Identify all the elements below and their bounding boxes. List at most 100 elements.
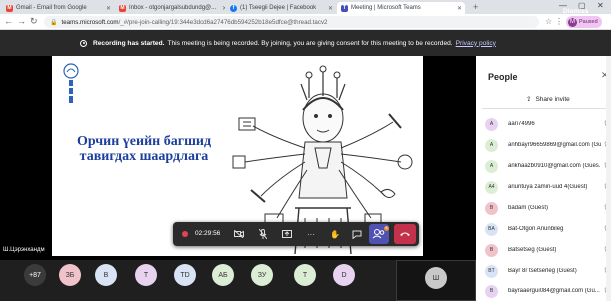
avatar: Ш (425, 267, 447, 289)
privacy-policy-link[interactable]: Privacy policy (456, 40, 496, 47)
participant-name: bayraaergui084@gmail.com (Gu... (508, 288, 600, 294)
close-icon[interactable]: ✕ (103, 5, 111, 12)
participant-name: anhbayr96659869@gmail.com (Gu... (508, 142, 601, 148)
record-icon (80, 39, 87, 47)
avatar[interactable]: TD (174, 264, 196, 286)
participant-name: ankhaazb0910@gmail.com (Gues... (508, 163, 601, 169)
banner-text: This meeting is being recorded. By joini… (167, 39, 453, 47)
browser-tab-bar: M Gmail - Email from Google ✕ M Inbox - … (0, 0, 611, 14)
self-video-tile: Ш (396, 260, 476, 301)
lock-icon: 🔒 (50, 19, 58, 26)
chat-icon[interactable] (351, 228, 363, 240)
recording-banner: Recording has started. This meeting is b… (0, 30, 611, 56)
share-invite-label: Share invite (535, 95, 570, 103)
avatar: B (485, 201, 498, 215)
panel-title: People (488, 72, 518, 82)
teams-icon: T (341, 4, 348, 12)
leave-call-button[interactable] (394, 224, 416, 244)
call-timer: 02:29:56 (195, 230, 221, 237)
participant-name: ariuntuya zamin-uud 4(Guest) (508, 184, 588, 190)
recording-indicator-icon (182, 231, 188, 237)
url-path: /_#/pre-join-calling/19:344e3dcd6a27476d… (118, 18, 328, 26)
avatar: A (485, 117, 498, 131)
more-actions-icon[interactable]: ··· (305, 228, 317, 240)
participant-count-badge: 8 (384, 226, 389, 231)
avatar[interactable]: АБ (212, 264, 234, 286)
participant-strip: +87 ЗБ В Т TD АБ ЗУ Т D Ш (0, 260, 476, 301)
avatar: BA (485, 222, 498, 236)
address-bar: ← → ↻ 🔒 teams.microsoft.com/_#/pre-join-… (0, 14, 611, 30)
avatar: B (485, 284, 498, 298)
list-item[interactable]: A ankhaazb0910@gmail.com (Gues... 🎙 (482, 156, 611, 176)
list-item[interactable]: B Batsetseg (Guest) 🎙 (482, 240, 611, 260)
list-item[interactable]: B bayraaergui084@gmail.com (Gu... 🎙 (482, 281, 611, 301)
extensions-icon[interactable]: ⋮ (555, 17, 563, 26)
tab-label: Gmail - Email from Google (16, 5, 87, 11)
reload-icon[interactable]: ↻ (30, 16, 38, 27)
scrollbar[interactable] (606, 56, 611, 301)
list-item[interactable]: BA Bat-Otgon Ariunbileg 🎙 (482, 219, 611, 239)
list-item[interactable]: BT Bayr 8r tsetserleg (Guest) 🎙 (482, 261, 611, 281)
avatar: A4 (485, 180, 498, 194)
star-icon[interactable]: ☆ (545, 17, 552, 26)
more-participants-button[interactable]: +87 (24, 264, 46, 286)
avatar: BT (485, 264, 498, 278)
raise-hand-icon[interactable]: ✋ (329, 228, 341, 240)
url-field[interactable]: 🔒 teams.microsoft.com/_#/pre-join-callin… (44, 16, 539, 28)
participant-name: aari74996 (508, 121, 535, 127)
avatar[interactable]: ЗБ (59, 264, 81, 286)
participant-name: Batsetseg (Guest) (508, 247, 557, 253)
camera-off-icon[interactable] (233, 228, 245, 240)
participant-name: badam (Guest) (508, 205, 549, 211)
avatar: B (485, 243, 498, 257)
window-close-icon[interactable]: ✕ (597, 1, 604, 10)
banner-bold: Recording has started. (93, 39, 165, 47)
tab-gmail[interactable]: M Gmail - Email from Google ✕ (2, 2, 114, 14)
participant-name: Bat-Otgon Ariunbileg (508, 226, 564, 232)
url-host: teams.microsoft.com (61, 18, 119, 26)
close-icon[interactable]: ✕ (454, 5, 462, 12)
avatar[interactable]: ЗУ (251, 264, 273, 286)
participant-name: Bayr 8r tsetserleg (Guest) (508, 268, 577, 274)
forward-icon[interactable]: → (17, 16, 26, 26)
avatar[interactable]: D (333, 264, 355, 286)
tab-teams[interactable]: T Meeting | Microsoft Teams ✕ (337, 2, 465, 14)
share-screen-icon[interactable] (281, 228, 293, 240)
avatar[interactable]: Т (294, 264, 316, 286)
close-icon[interactable]: ✕ (325, 5, 333, 12)
avatar: A (485, 159, 498, 173)
slide-title-line-1: Орчин үеийн багшид (76, 134, 212, 149)
slide-title: Орчин үеийн багшид тавигдах шаардлага (65, 134, 223, 164)
facebook-icon: f (230, 4, 237, 12)
tab-inbox[interactable]: M Inbox - otgonjargalsubdundg@... ✕ (115, 2, 225, 14)
share-icon: ⇪ (526, 96, 532, 103)
list-item[interactable]: A aari74996 🎙 (482, 114, 611, 134)
gmail-icon: M (6, 4, 13, 12)
mic-off-icon[interactable] (257, 228, 269, 240)
tab-label: Meeting | Microsoft Teams (351, 5, 421, 11)
profile-chip[interactable]: M Paused (566, 16, 602, 28)
avatar: A (485, 138, 498, 152)
gmail-icon: M (119, 4, 126, 12)
share-invite-button[interactable]: ⇪ Share invite (526, 95, 570, 104)
tab-label: Inbox - otgonjargalsubdundg@... (129, 5, 217, 11)
presenter-caption: Ш.Цэрэнхандм (3, 247, 45, 253)
avatar[interactable]: В (95, 264, 117, 286)
back-icon[interactable]: ← (4, 16, 13, 26)
list-item[interactable]: A4 ariuntuya zamin-uud 4(Guest) 🎙 (482, 177, 611, 197)
new-tab-icon[interactable]: + (473, 2, 478, 12)
list-item[interactable]: A anhbayr96659869@gmail.com (Gu... 🎙 (482, 135, 611, 155)
avatar: M (568, 17, 577, 27)
profile-status: Paused (579, 19, 598, 25)
hang-up-icon (400, 232, 410, 236)
tab-facebook[interactable]: f (1) Tseegii Dejee | Facebook ✕ (226, 2, 336, 14)
divider (482, 108, 611, 109)
list-item[interactable]: B badam (Guest) 🎙 (482, 198, 611, 218)
dismiss-button[interactable]: Dismiss (563, 8, 588, 15)
tab-label: (1) Tseegii Dejee | Facebook (240, 5, 317, 11)
school-logo (63, 63, 79, 103)
slide-title-line-2: тавигдах шаардлага (79, 149, 209, 164)
avatar[interactable]: Т (135, 264, 157, 286)
close-icon[interactable]: ✕ (219, 5, 225, 12)
call-toolbar: 02:29:56 ··· ✋ 8 (173, 222, 419, 246)
